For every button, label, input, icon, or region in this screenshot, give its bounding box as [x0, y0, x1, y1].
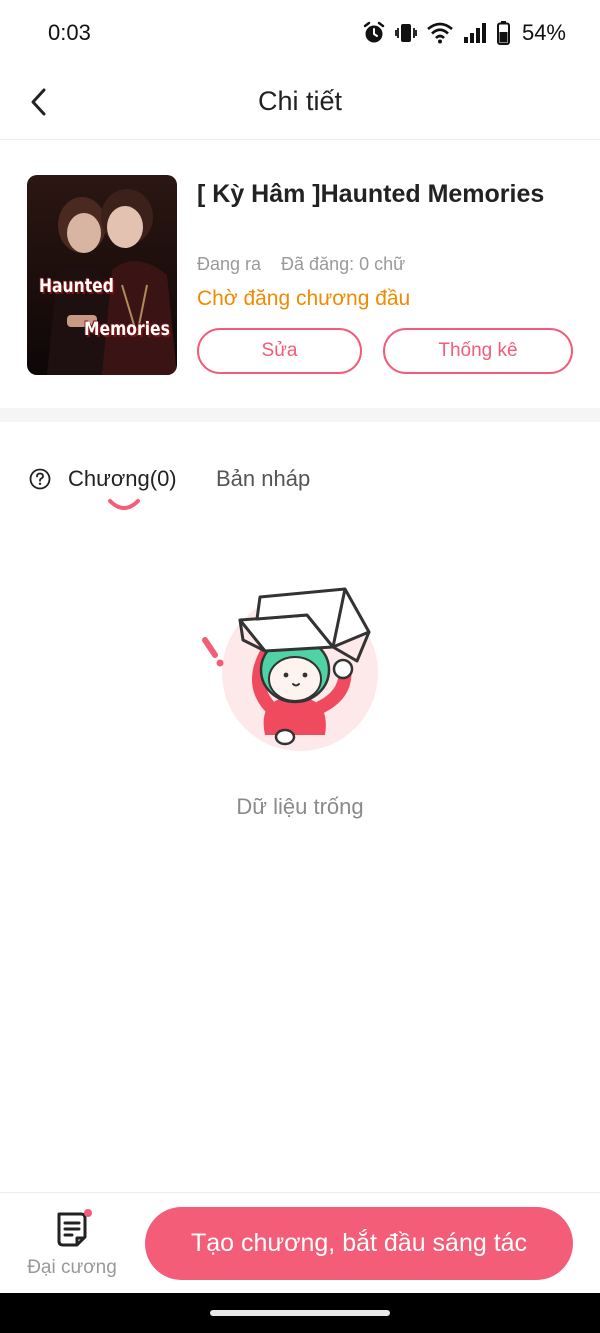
- home-indicator[interactable]: [210, 1310, 390, 1316]
- vibrate-icon: [395, 24, 417, 42]
- status-time: 0:03: [48, 20, 91, 45]
- question-circle-icon[interactable]: [29, 468, 51, 490]
- header: Chi tiết: [0, 66, 600, 140]
- published-count: Đã đăng: 0 chữ: [281, 254, 406, 274]
- alarm-icon: [363, 21, 385, 43]
- outline-label: Đại cương: [27, 1257, 117, 1278]
- status-bar: 0:03 54%: [0, 0, 600, 66]
- tab-chapters[interactable]: Chương(0): [68, 466, 177, 492]
- wifi-icon: [427, 22, 453, 44]
- create-chapter-button[interactable]: Tạo chương, bắt đầu sáng tác: [145, 1207, 573, 1280]
- bottom-bar: Đại cương Tạo chương, bắt đầu sáng tác: [0, 1192, 600, 1293]
- empty-box-illustration: [202, 587, 378, 751]
- tab-indicator: [108, 499, 140, 510]
- stats-button[interactable]: Thống kê: [383, 328, 573, 374]
- empty-state-text: Dữ liệu trống: [236, 794, 364, 819]
- edit-button[interactable]: Sửa: [197, 328, 362, 374]
- outline-button[interactable]: Đại cương: [18, 1209, 126, 1285]
- system-nav-bar: [0, 1293, 600, 1333]
- document-list-icon: [57, 1212, 87, 1247]
- battery-icon: [496, 21, 510, 45]
- book-card: Haunted Memories [ Kỳ Hâm ]Haunted Memor…: [0, 140, 600, 408]
- cover-title-line1: Haunted: [39, 275, 114, 297]
- book-meta: Đang ra Đã đăng: 0 chữ: [197, 254, 405, 275]
- status-icons: 54%: [363, 19, 566, 47]
- book-notice: Chờ đăng chương đầu: [197, 287, 411, 310]
- book-cover[interactable]: Haunted Memories: [27, 175, 177, 375]
- cover-title-line2: Memories: [84, 318, 170, 340]
- section-divider: [0, 408, 600, 422]
- notification-dot: [84, 1209, 92, 1217]
- tab-drafts[interactable]: Bản nháp: [216, 466, 310, 492]
- tabs: Chương(0) Bản nháp: [0, 422, 600, 522]
- book-title: [ Kỳ Hâm ]Haunted Memories: [197, 180, 545, 208]
- signal-icon: [463, 23, 486, 43]
- book-status-label: Đang ra: [197, 254, 262, 274]
- battery-percent: 54%: [521, 20, 566, 45]
- page-title: Chi tiết: [257, 86, 343, 116]
